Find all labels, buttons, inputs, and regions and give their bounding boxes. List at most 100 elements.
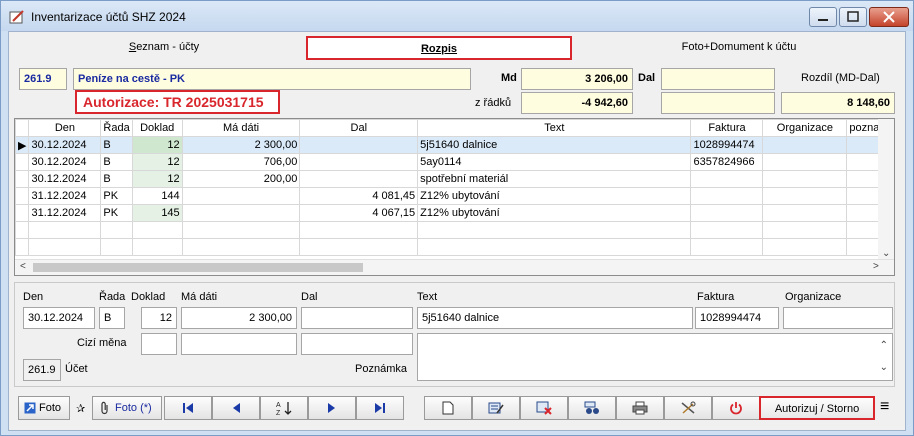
close-button[interactable] [869,7,909,27]
next-record-button[interactable] [308,396,356,420]
delete-record-button[interactable] [520,396,568,420]
table-row[interactable]: ▶ 30.12.2024 B 12 2 300,00 5j51640 dalni… [15,136,894,154]
cell-dal[interactable] [299,170,419,188]
cell-dal[interactable] [299,136,419,154]
cell-den[interactable]: 30.12.2024 [28,136,102,154]
tab-rozpis[interactable]: Rozpis [306,36,572,60]
print-button[interactable] [616,396,664,420]
authorize-storno-button[interactable]: Autorizuj / Storno [759,396,875,420]
scroll-left-icon[interactable]: < [20,261,26,272]
detail-den-field[interactable]: 30.12.2024 [23,307,95,329]
pin-icon[interactable]: ✰ [76,402,85,415]
cell-dal[interactable]: 4 081,45 [299,187,419,205]
account-code-field[interactable]: 261.9 [19,68,67,90]
minimize-button[interactable] [809,7,837,27]
cell-organizace[interactable] [762,204,848,222]
cell-doklad[interactable]: 144 [131,187,183,205]
sort-button[interactable]: AZ [260,396,308,420]
foto-button[interactable]: Foto [18,396,70,420]
first-record-button[interactable] [164,396,212,420]
cell-dal[interactable] [299,153,419,171]
cell-rada[interactable]: B [100,136,133,154]
poznamka-field[interactable]: ⌃ ⌄ [417,333,893,381]
search-button[interactable] [568,396,616,420]
power-button[interactable] [712,396,760,420]
detail-madati-field[interactable]: 2 300,00 [181,307,297,329]
tools-button[interactable] [664,396,712,420]
cell-text[interactable]: spotřební materiál [417,170,692,188]
cell-rada[interactable]: B [100,170,133,188]
detail-organizace-field[interactable] [783,307,893,329]
table-row[interactable]: 31.12.2024 PK 145 4 067,15 Z12% ubytován… [15,204,894,222]
cell-doklad[interactable]: 145 [131,204,183,222]
cell-madati[interactable]: 706,00 [181,153,301,171]
cell-den[interactable]: 30.12.2024 [28,153,102,171]
previous-record-button[interactable] [212,396,260,420]
detail-doklad-field[interactable]: 12 [141,307,177,329]
cell-organizace[interactable] [762,187,848,205]
cell-text[interactable]: Z12% ubytování [417,204,692,222]
grid-horizontal-scrollbar[interactable]: < > [15,259,894,275]
cell-faktura[interactable] [690,170,764,188]
col-madati[interactable]: Má dáti [181,119,301,137]
cell-text[interactable]: Z12% ubytování [417,187,692,205]
cell-madati[interactable]: 200,00 [181,170,301,188]
cell-text[interactable]: 5ay0114 [417,153,692,171]
tab-foto-dokument[interactable]: Foto+Domument k účtu [579,36,899,60]
cell-faktura[interactable]: 6357824966 [690,153,764,171]
cell-faktura[interactable]: 1028994474 [690,136,764,154]
cell-organizace[interactable] [762,136,848,154]
cell-faktura[interactable] [690,204,764,222]
col-den[interactable]: Den [28,119,102,137]
table-row[interactable]: 30.12.2024 B 12 200,00 spotřební materiá… [15,170,894,188]
cell-organizace[interactable] [762,153,848,171]
last-record-button[interactable] [356,396,404,420]
cell-doklad[interactable]: 12 [131,170,183,188]
cell-den[interactable]: 31.12.2024 [28,204,102,222]
detail-text-field[interactable]: 5j51640 dalnice [417,307,693,329]
cell-faktura[interactable] [690,187,764,205]
scroll-down-icon[interactable]: ⌄ [882,248,890,259]
new-record-button[interactable] [424,396,472,420]
detail-rada-field[interactable]: B [99,307,125,329]
cell-text[interactable]: 5j51640 dalnice [417,136,692,154]
cell-madati[interactable] [181,187,301,205]
col-doklad[interactable]: Doklad [131,119,183,137]
account-name-field[interactable]: Peníze na cestě - PK [73,68,471,90]
edit-record-button[interactable] [472,396,520,420]
cell-dal[interactable]: 4 067,15 [299,204,419,222]
svg-text:A: A [276,402,281,409]
cell-organizace[interactable] [762,170,848,188]
col-rada[interactable]: Řada [100,119,133,137]
cizi-madati-field[interactable] [181,333,297,355]
cell-doklad[interactable]: 12 [131,153,183,171]
cell-rada[interactable]: B [100,153,133,171]
cell-madati[interactable] [181,204,301,222]
detail-faktura-field[interactable]: 1028994474 [695,307,779,329]
col-faktura[interactable]: Faktura [690,119,764,137]
col-dal[interactable]: Dal [299,119,419,137]
tab-seznam-ucty[interactable]: Seznam - účty [19,36,309,60]
scroll-up-icon[interactable]: ⌃ [880,336,888,356]
cell-den[interactable]: 31.12.2024 [28,187,102,205]
table-row[interactable]: 31.12.2024 PK 144 4 081,45 Z12% ubytován… [15,187,894,205]
table-row[interactable]: 30.12.2024 B 12 706,00 5ay0114 635782496… [15,153,894,171]
cell-rada[interactable]: PK [100,204,133,222]
scroll-down-icon[interactable]: ⌄ [880,358,888,378]
col-text[interactable]: Text [417,119,692,137]
cell-den[interactable]: 30.12.2024 [28,170,102,188]
grid-vertical-scrollbar[interactable]: ⌄ [878,119,894,259]
maximize-button[interactable] [839,7,867,27]
cizi-mena-field[interactable] [141,333,177,355]
detail-dal-field[interactable] [301,307,413,329]
foto-asterisk-button[interactable]: Foto (*) [92,396,162,420]
cizi-dal-field[interactable] [301,333,413,355]
col-organizace[interactable]: Organizace [762,119,848,137]
cell-doklad[interactable]: 12 [131,136,183,154]
menu-icon[interactable]: ≡ [880,398,889,416]
scroll-right-icon[interactable]: > [873,261,879,272]
cell-rada[interactable]: PK [100,187,133,205]
scroll-thumb[interactable] [33,263,363,272]
entries-grid[interactable]: Den Řada Doklad Má dáti Dal Text Faktura… [14,118,895,276]
cell-madati[interactable]: 2 300,00 [181,136,301,154]
